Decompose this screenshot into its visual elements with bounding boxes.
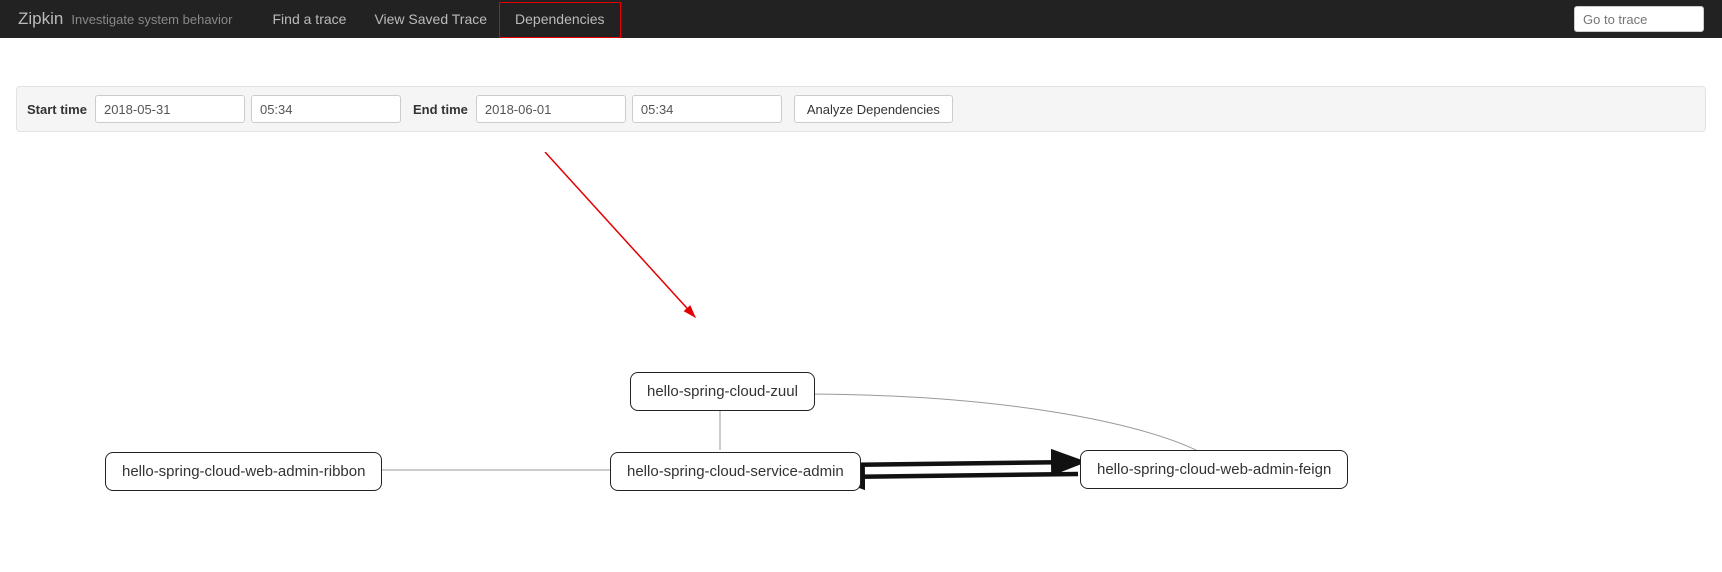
node-feign[interactable]: hello-spring-cloud-web-admin-feign bbox=[1080, 450, 1348, 489]
node-label: hello-spring-cloud-web-admin-feign bbox=[1097, 461, 1331, 478]
node-label: hello-spring-cloud-zuul bbox=[647, 383, 798, 400]
nav-dependencies[interactable]: Dependencies bbox=[501, 1, 619, 37]
end-time-input[interactable] bbox=[632, 95, 782, 123]
top-navbar: Zipkin Investigate system behavior Find … bbox=[0, 0, 1722, 38]
annotation-arrow bbox=[545, 152, 695, 317]
edge-feign-to-service bbox=[838, 474, 1078, 477]
start-date-input[interactable] bbox=[95, 95, 245, 123]
time-filter-bar: Start time End time Analyze Dependencies bbox=[16, 86, 1706, 132]
node-service-admin[interactable]: hello-spring-cloud-service-admin bbox=[610, 452, 861, 491]
end-time-label: End time bbox=[413, 102, 468, 117]
start-time-input[interactable] bbox=[251, 95, 401, 123]
edge-zuul-feign bbox=[800, 394, 1200, 452]
brand-title: Zipkin bbox=[18, 9, 63, 29]
node-ribbon[interactable]: hello-spring-cloud-web-admin-ribbon bbox=[105, 452, 382, 491]
brand-tagline: Investigate system behavior bbox=[71, 12, 232, 27]
edge-service-to-feign bbox=[838, 462, 1078, 465]
nav-find-trace[interactable]: Find a trace bbox=[259, 1, 361, 37]
analyze-dependencies-button[interactable]: Analyze Dependencies bbox=[794, 95, 953, 123]
goto-trace-input[interactable] bbox=[1574, 6, 1704, 32]
node-label: hello-spring-cloud-web-admin-ribbon bbox=[122, 463, 365, 480]
end-date-input[interactable] bbox=[476, 95, 626, 123]
nav-view-saved-trace[interactable]: View Saved Trace bbox=[360, 1, 501, 37]
graph-edges bbox=[0, 152, 1722, 572]
node-label: hello-spring-cloud-service-admin bbox=[627, 463, 844, 480]
node-zuul[interactable]: hello-spring-cloud-zuul bbox=[630, 372, 815, 411]
start-time-label: Start time bbox=[27, 102, 87, 117]
dependency-graph: hello-spring-cloud-zuul hello-spring-clo… bbox=[0, 152, 1722, 572]
